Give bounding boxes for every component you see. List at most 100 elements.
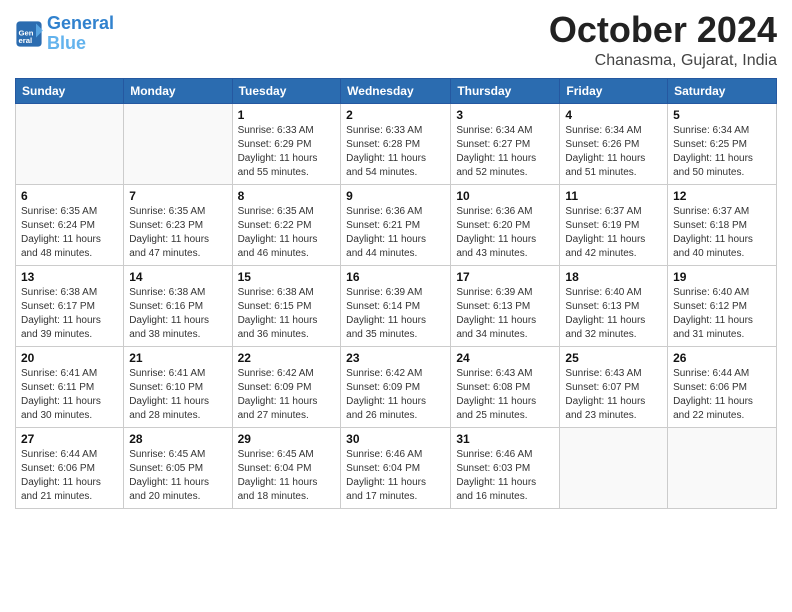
calendar-cell: 17 Sunrise: 6:39 AMSunset: 6:13 PMDayligh… [451, 265, 560, 346]
calendar-week-4: 20 Sunrise: 6:41 AMSunset: 6:11 PMDayligh… [16, 346, 777, 427]
cell-info: Sunrise: 6:43 AMSunset: 6:07 PMDaylight:… [565, 367, 662, 423]
day-number: 6 [21, 189, 118, 203]
cell-info: Sunrise: 6:37 AMSunset: 6:18 PMDaylight:… [673, 205, 771, 261]
logo-icon: Gen eral [15, 20, 43, 48]
cell-info: Sunrise: 6:44 AMSunset: 6:06 PMDaylight:… [21, 448, 118, 504]
calendar-cell: 3 Sunrise: 6:34 AMSunset: 6:27 PMDaylight… [451, 103, 560, 184]
day-number: 9 [346, 189, 445, 203]
day-number: 15 [238, 270, 336, 284]
calendar-week-3: 13 Sunrise: 6:38 AMSunset: 6:17 PMDayligh… [16, 265, 777, 346]
cell-info: Sunrise: 6:40 AMSunset: 6:12 PMDaylight:… [673, 286, 771, 342]
month-title: October 2024 [549, 10, 777, 50]
calendar-cell: 16 Sunrise: 6:39 AMSunset: 6:14 PMDayligh… [341, 265, 451, 346]
day-number: 3 [456, 108, 554, 122]
cell-info: Sunrise: 6:41 AMSunset: 6:10 PMDaylight:… [129, 367, 226, 423]
cell-info: Sunrise: 6:43 AMSunset: 6:08 PMDaylight:… [456, 367, 554, 423]
day-number: 30 [346, 432, 445, 446]
weekday-header-thursday: Thursday [451, 78, 560, 103]
calendar-week-2: 6 Sunrise: 6:35 AMSunset: 6:24 PMDaylight… [16, 184, 777, 265]
cell-info: Sunrise: 6:42 AMSunset: 6:09 PMDaylight:… [346, 367, 445, 423]
cell-info: Sunrise: 6:45 AMSunset: 6:05 PMDaylight:… [129, 448, 226, 504]
cell-info: Sunrise: 6:35 AMSunset: 6:24 PMDaylight:… [21, 205, 118, 261]
calendar-cell: 18Sunrise: 6:40 AMSunset: 6:13 PMDayligh… [560, 265, 668, 346]
calendar-cell: 14Sunrise: 6:38 AMSunset: 6:16 PMDayligh… [124, 265, 232, 346]
calendar-cell: 23 Sunrise: 6:42 AMSunset: 6:09 PMDayligh… [341, 346, 451, 427]
calendar-cell: 15Sunrise: 6:38 AMSunset: 6:15 PMDayligh… [232, 265, 341, 346]
cell-info: Sunrise: 6:35 AMSunset: 6:22 PMDaylight:… [238, 205, 336, 261]
weekday-header-wednesday: Wednesday [341, 78, 451, 103]
day-number: 4 [565, 108, 662, 122]
title-area: October 2024 Chanasma, Gujarat, India [549, 10, 777, 70]
day-number: 13 [21, 270, 118, 284]
cell-info: Sunrise: 6:34 AMSunset: 6:25 PMDaylight:… [673, 124, 771, 180]
svg-text:eral: eral [19, 36, 33, 45]
calendar-header: SundayMondayTuesdayWednesdayThursdayFrid… [16, 78, 777, 103]
cell-info: Sunrise: 6:42 AMSunset: 6:09 PMDaylight:… [238, 367, 336, 423]
day-number: 11 [565, 189, 662, 203]
cell-info: Sunrise: 6:36 AMSunset: 6:20 PMDaylight:… [456, 205, 554, 261]
cell-info: Sunrise: 6:33 AMSunset: 6:29 PMDaylight:… [238, 124, 336, 180]
cell-info: Sunrise: 6:39 AMSunset: 6:13 PMDaylight:… [456, 286, 554, 342]
day-number: 14 [129, 270, 226, 284]
cell-info: Sunrise: 6:35 AMSunset: 6:23 PMDaylight:… [129, 205, 226, 261]
cell-info: Sunrise: 6:46 AMSunset: 6:03 PMDaylight:… [456, 448, 554, 504]
calendar-cell [16, 103, 124, 184]
calendar-cell: 21 Sunrise: 6:41 AMSunset: 6:10 PMDayligh… [124, 346, 232, 427]
calendar-cell [668, 427, 777, 508]
day-number: 16 [346, 270, 445, 284]
day-number: 24 [456, 351, 554, 365]
day-number: 7 [129, 189, 226, 203]
day-number: 26 [673, 351, 771, 365]
day-number: 22 [238, 351, 336, 365]
calendar-cell: 1Sunrise: 6:33 AMSunset: 6:29 PMDaylight… [232, 103, 341, 184]
calendar-cell: 4 Sunrise: 6:34 AMSunset: 6:26 PMDaylight… [560, 103, 668, 184]
cell-info: Sunrise: 6:39 AMSunset: 6:14 PMDaylight:… [346, 286, 445, 342]
day-number: 8 [238, 189, 336, 203]
day-number: 21 [129, 351, 226, 365]
cell-info: Sunrise: 6:34 AMSunset: 6:27 PMDaylight:… [456, 124, 554, 180]
weekday-header-tuesday: Tuesday [232, 78, 341, 103]
weekday-header-friday: Friday [560, 78, 668, 103]
calendar-cell: 29 Sunrise: 6:45 AMSunset: 6:04 PMDayligh… [232, 427, 341, 508]
day-number: 23 [346, 351, 445, 365]
day-number: 18 [565, 270, 662, 284]
day-number: 20 [21, 351, 118, 365]
day-number: 25 [565, 351, 662, 365]
day-number: 19 [673, 270, 771, 284]
calendar-cell: 27Sunrise: 6:44 AMSunset: 6:06 PMDayligh… [16, 427, 124, 508]
cell-info: Sunrise: 6:41 AMSunset: 6:11 PMDaylight:… [21, 367, 118, 423]
weekday-header-row: SundayMondayTuesdayWednesdayThursdayFrid… [16, 78, 777, 103]
cell-info: Sunrise: 6:33 AMSunset: 6:28 PMDaylight:… [346, 124, 445, 180]
day-number: 29 [238, 432, 336, 446]
calendar-cell: 12 Sunrise: 6:37 AMSunset: 6:18 PMDayligh… [668, 184, 777, 265]
calendar-cell: 7 Sunrise: 6:35 AMSunset: 6:23 PMDaylight… [124, 184, 232, 265]
calendar-week-5: 27Sunrise: 6:44 AMSunset: 6:06 PMDayligh… [16, 427, 777, 508]
calendar-cell: 19 Sunrise: 6:40 AMSunset: 6:12 PMDayligh… [668, 265, 777, 346]
day-number: 5 [673, 108, 771, 122]
day-number: 12 [673, 189, 771, 203]
weekday-header-saturday: Saturday [668, 78, 777, 103]
day-number: 31 [456, 432, 554, 446]
calendar-cell: 26Sunrise: 6:44 AMSunset: 6:06 PMDayligh… [668, 346, 777, 427]
calendar-cell: 22 Sunrise: 6:42 AMSunset: 6:09 PMDayligh… [232, 346, 341, 427]
calendar-cell: 11 Sunrise: 6:37 AMSunset: 6:19 PMDayligh… [560, 184, 668, 265]
location-title: Chanasma, Gujarat, India [549, 52, 777, 70]
weekday-header-monday: Monday [124, 78, 232, 103]
logo-text: GeneralBlue [47, 14, 114, 54]
cell-info: Sunrise: 6:45 AMSunset: 6:04 PMDaylight:… [238, 448, 336, 504]
cell-info: Sunrise: 6:38 AMSunset: 6:17 PMDaylight:… [21, 286, 118, 342]
cell-info: Sunrise: 6:37 AMSunset: 6:19 PMDaylight:… [565, 205, 662, 261]
calendar-cell [560, 427, 668, 508]
calendar-cell: 31 Sunrise: 6:46 AMSunset: 6:03 PMDayligh… [451, 427, 560, 508]
calendar-cell: 20 Sunrise: 6:41 AMSunset: 6:11 PMDayligh… [16, 346, 124, 427]
weekday-header-sunday: Sunday [16, 78, 124, 103]
cell-info: Sunrise: 6:34 AMSunset: 6:26 PMDaylight:… [565, 124, 662, 180]
calendar-cell: 13 Sunrise: 6:38 AMSunset: 6:17 PMDayligh… [16, 265, 124, 346]
cell-info: Sunrise: 6:46 AMSunset: 6:04 PMDaylight:… [346, 448, 445, 504]
calendar-cell: 9Sunrise: 6:36 AMSunset: 6:21 PMDaylight… [341, 184, 451, 265]
day-number: 17 [456, 270, 554, 284]
calendar-week-1: 1Sunrise: 6:33 AMSunset: 6:29 PMDaylight… [16, 103, 777, 184]
calendar-cell: 28Sunrise: 6:45 AMSunset: 6:05 PMDayligh… [124, 427, 232, 508]
header: Gen eral GeneralBlue October 2024 Chanas… [15, 10, 777, 70]
calendar-cell: 25 Sunrise: 6:43 AMSunset: 6:07 PMDayligh… [560, 346, 668, 427]
